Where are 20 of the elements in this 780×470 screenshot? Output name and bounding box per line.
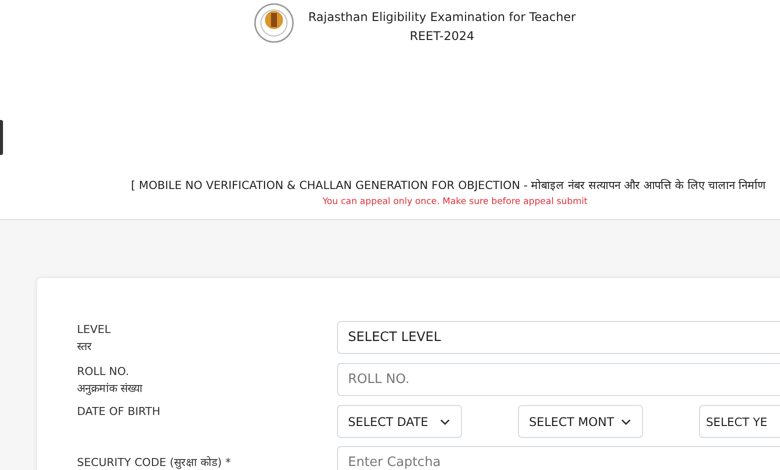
date-select[interactable]: SELECT YE bbox=[699, 405, 780, 438]
level-select[interactable]: SELECT LEVEL bbox=[337, 321, 780, 354]
exam-subtitle: REET-2024 bbox=[410, 28, 474, 45]
field-label: DATE OF BIRTH bbox=[77, 405, 162, 418]
field-label: ROLL NO. bbox=[77, 364, 130, 380]
input-field[interactable]: ROLL NO. bbox=[337, 363, 780, 396]
side-tab[interactable] bbox=[0, 120, 3, 155]
date-select[interactable]: SELECT MONT bbox=[518, 405, 643, 438]
date-select[interactable]: SELECT DATE bbox=[337, 405, 462, 438]
input-field[interactable]: Enter Captcha bbox=[337, 446, 780, 470]
emblem-icon bbox=[254, 3, 294, 43]
field-label-hindi: अनुक्रमांक संख्या bbox=[77, 381, 144, 397]
chevron-down-icon bbox=[620, 418, 632, 426]
chevron-down-icon bbox=[439, 418, 451, 426]
field-label: SECURITY CODE (सुरक्षा कोड) * bbox=[77, 455, 232, 470]
field-label-hindi: स्तर bbox=[77, 339, 93, 355]
exam-title: Rajasthan Eligibility Examination for Teacher bbox=[308, 9, 576, 26]
field-label: LEVEL bbox=[77, 322, 112, 338]
page-heading: [ MOBILE NO VERIFICATION & CHALLAN GENERATION FOR OBJECTION - मोबाइल नंबर सत्यापन और आपत्ति के लिए चालान निर्माण bbox=[130, 178, 767, 194]
appeal-notice: You can appeal only once. Make sure before appeal submit bbox=[321, 196, 589, 209]
